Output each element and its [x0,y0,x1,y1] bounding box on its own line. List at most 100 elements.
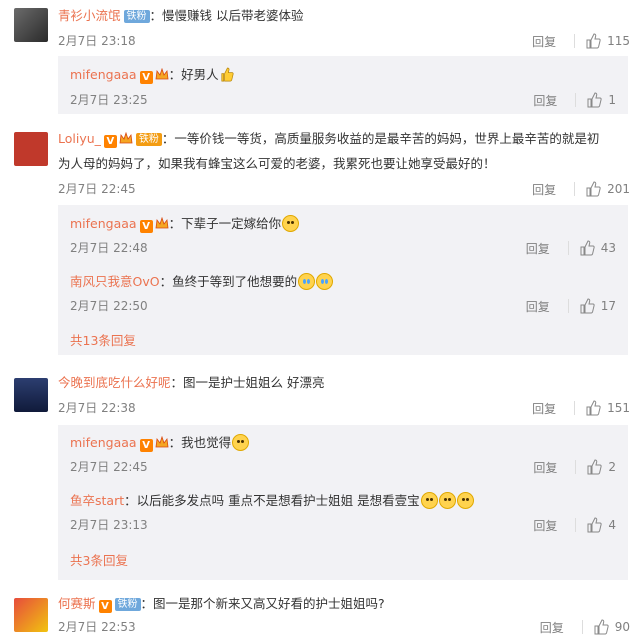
comment-actions: 回复 115 [532,31,630,51]
reply-username[interactable]: mifengaaa [70,67,137,82]
like-count: 1 [608,93,616,107]
thumbs-up-icon[interactable] [585,181,601,197]
avatar[interactable] [14,8,48,42]
thumbs-up-emoji-icon [221,67,234,82]
avatar[interactable] [14,598,48,632]
comment-actions: 回复 201 [532,179,630,199]
thumbs-up-icon[interactable] [586,92,603,108]
reply-text: ：好男人 [168,67,219,82]
reply-box: mifengaaa V ：我也觉得 2月7日 22:45 回复 2 鱼卒start：… [58,425,628,580]
reply-actions: 回复 1 [533,90,616,110]
divider [574,401,576,415]
comment-body: 青衫小流氓 铁粉 ：慢慢赚钱 以后带老婆体验 [58,6,304,26]
verified-v-icon: V [139,71,153,84]
smiley-emoji-icon [438,492,456,509]
more-replies-link[interactable]: 共13条回复 [70,331,136,351]
reply-button[interactable]: 回复 [533,459,557,476]
divider [575,93,577,107]
like-count: 115 [607,34,630,48]
comment-text: ：图一是那个新来又高又好看的护士姐姐吗? [140,596,385,611]
reply-box: mifengaaa V ：下辈子一定嫁给你 2月7日 22:48 回复 43 南风只… [58,205,628,355]
reply-button[interactable]: 回复 [533,517,557,534]
reply-button[interactable]: 回复 [540,619,564,636]
reply-username[interactable]: 鱼卒start [70,493,124,508]
comment-time: 2月7日 22:38 [58,401,136,415]
thumbs-up-icon[interactable] [586,459,603,475]
reply-text: ：鱼终于等到了他想要的 [159,274,298,289]
comment-username[interactable]: 何赛斯 [58,596,96,611]
reply-text: ：以后能多发点吗 重点不是想看护士姐姐 是想看壹宝 [124,493,420,508]
reply-button[interactable]: 回复 [533,92,557,109]
crying-emoji-icon [298,273,316,290]
comment-username[interactable]: 青衫小流氓 [58,8,121,23]
verified-v-icon: V [98,600,112,613]
divider [567,299,569,313]
fan-badge: 铁粉 [114,598,141,611]
divider [581,620,583,634]
vip-crown-icon [155,68,169,80]
reply-actions: 回复 17 [526,296,616,316]
smiley-emoji-icon [232,434,250,451]
divider [567,241,569,255]
thumbs-up-icon[interactable] [585,33,601,49]
reply-text: ：下辈子一定嫁给你 [168,216,282,231]
comment-time: 2月7日 23:18 [58,34,136,48]
verified-v-icon: V [139,220,153,233]
comment-text-line1: ：一等价钱一等货，高质量服务收益的是最辛苦的妈妈，世界上最辛苦的就是初 [161,131,600,146]
comment-username[interactable]: Loliyu_ [58,131,101,146]
comment-body: 何赛斯 V 铁粉 ：图一是那个新来又高又好看的护士姐姐吗? [58,594,385,614]
thumbs-up-icon[interactable] [579,298,595,314]
reply-body: mifengaaa V ：好男人 [70,65,234,85]
like-count: 151 [607,401,630,415]
reply-username[interactable]: mifengaaa [70,216,137,231]
smiley-emoji-icon [456,492,474,509]
reply-time: 2月7日 23:13 [70,518,148,532]
avatar[interactable] [14,132,48,166]
reply-button[interactable]: 回复 [526,240,550,257]
reply-button[interactable]: 回复 [526,298,550,315]
thumbs-up-icon[interactable] [585,400,601,416]
vip-crown-icon [119,132,133,144]
divider [574,182,576,196]
reply-username[interactable]: mifengaaa [70,435,137,450]
reply-text: ：我也觉得 [168,435,232,450]
vip-crown-icon [155,436,169,448]
fan-badge: 铁粉 [123,10,150,23]
reply-button[interactable]: 回复 [532,33,556,50]
comment-body: Loliyu_ V 铁粉 ：一等价钱一等货，高质量服务收益的是最辛苦的妈妈，世界上最辛… [58,129,599,149]
thumbs-up-icon[interactable] [593,619,609,635]
like-count: 90 [614,620,630,634]
comment-time: 2月7日 22:45 [58,182,136,196]
reply-body: 鱼卒start：以后能多发点吗 重点不是想看护士姐姐 是想看壹宝 [70,491,474,511]
reply-box: mifengaaa V ：好男人 2月7日 23:25 回复 1 [58,56,628,114]
like-count: 43 [600,241,616,255]
avatar[interactable] [14,378,48,412]
thumbs-up-icon[interactable] [579,240,595,256]
verified-v-icon: V [139,439,153,452]
like-count: 201 [607,182,630,196]
comment-time: 2月7日 22:53 [58,620,136,634]
comment-actions: 回复 151 [532,398,630,418]
verified-v-icon: V [103,135,117,148]
smiley-emoji-icon [420,492,438,509]
reply-body: 南风只我意OvO：鱼终于等到了他想要的 [70,272,334,292]
reply-button[interactable]: 回复 [532,181,556,198]
comment-username[interactable]: 今晚到底吃什么好呢 [58,375,171,390]
divider [575,460,577,474]
reply-body: mifengaaa V ：下辈子一定嫁给你 [70,214,300,234]
reply-button[interactable]: 回复 [532,400,556,417]
comment-actions: 回复 90 [540,617,630,637]
smiley-emoji-icon [282,215,300,232]
reply-actions: 回复 2 [533,457,616,477]
like-count: 4 [608,518,616,532]
fan-badge: 铁粉 [135,133,162,146]
more-replies-link[interactable]: 共3条回复 [70,551,128,571]
reply-time: 2月7日 22:48 [70,241,148,255]
vip-crown-icon [155,217,169,229]
reply-time: 2月7日 23:25 [70,93,148,107]
reply-username[interactable]: 南风只我意OvO [70,274,160,289]
thumbs-up-icon[interactable] [586,517,603,533]
reply-actions: 回复 4 [533,515,616,535]
reply-time: 2月7日 22:50 [70,299,148,313]
divider [574,34,576,48]
